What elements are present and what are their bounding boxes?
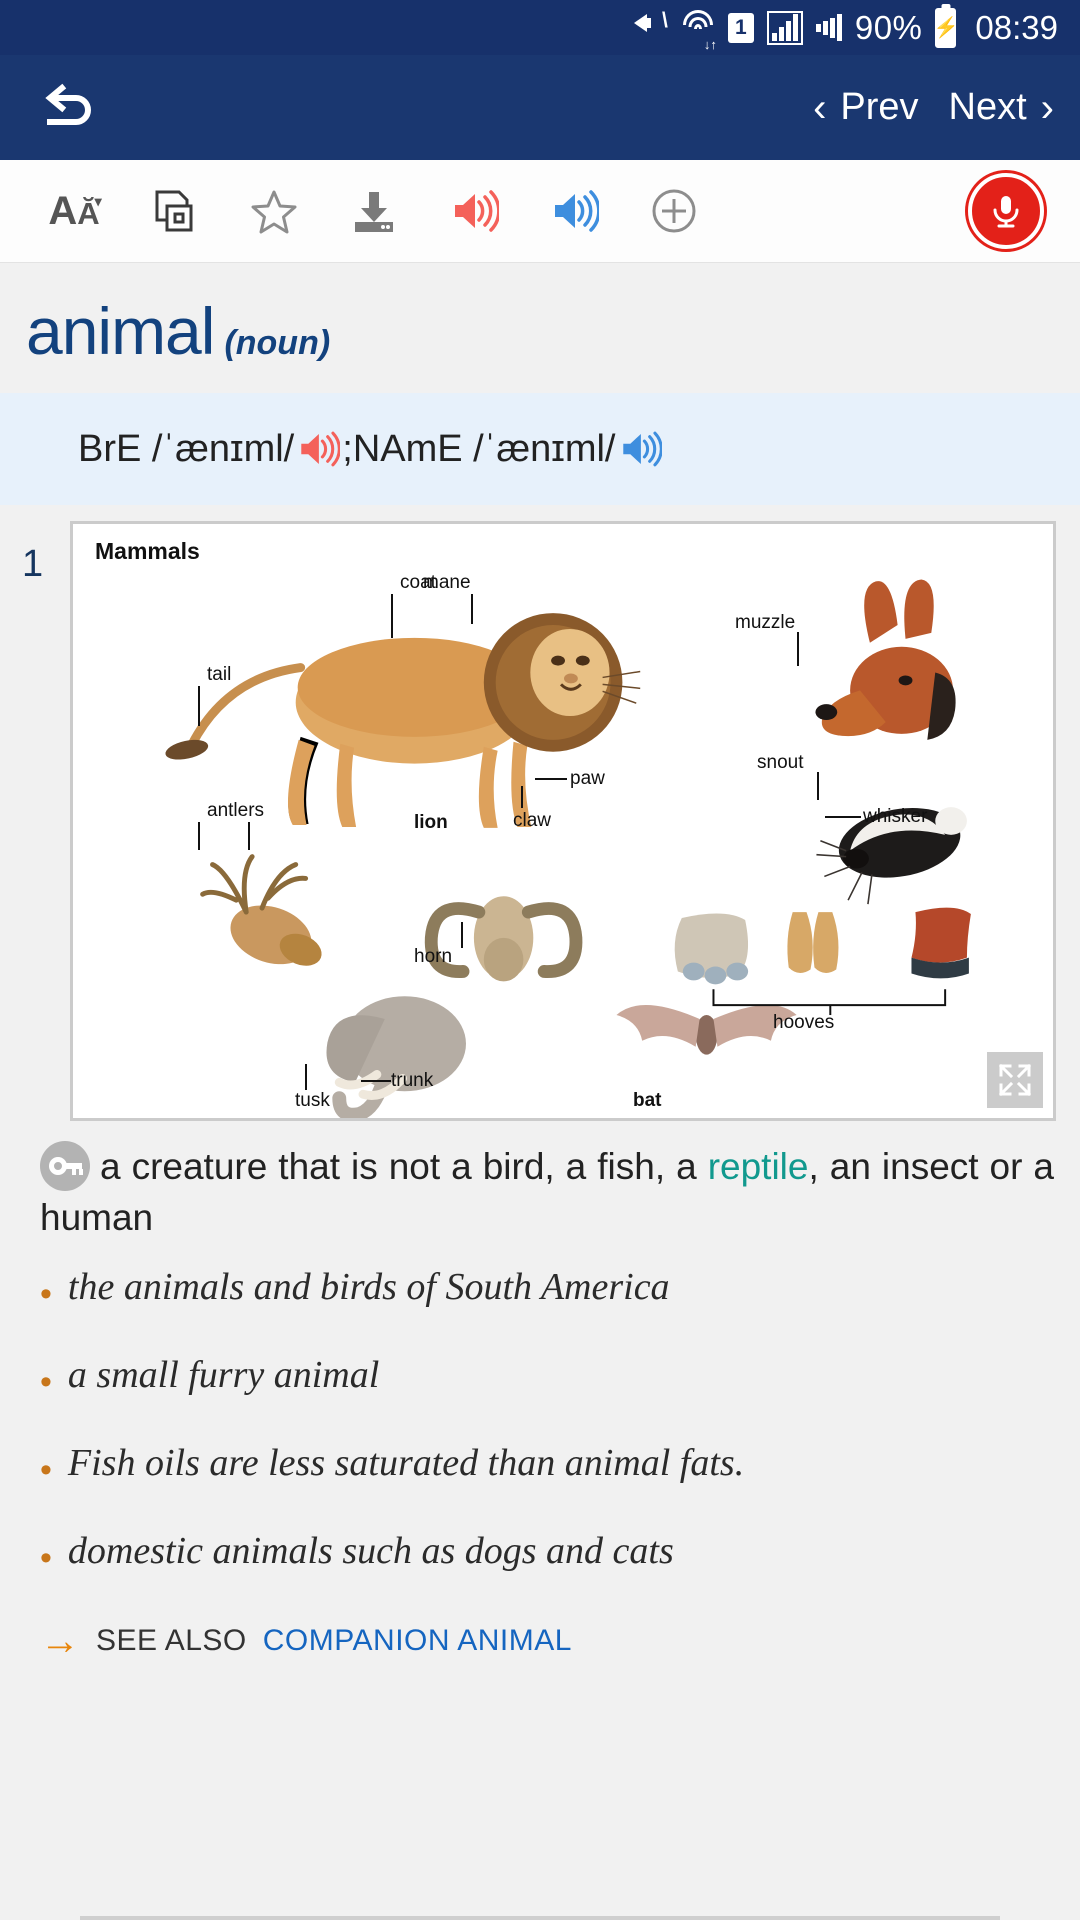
- list-item: • domestic animals such as dogs and cats: [40, 1529, 1054, 1575]
- illustration-label-trunk: trunk: [391, 1070, 434, 1091]
- pronunciation-panel: BrE /ˈænɪml/ ; NAmE /ˈænɪml/: [0, 393, 1080, 505]
- font-size-icon[interactable]: AĂ ▾: [24, 160, 124, 263]
- leader-tusk: [305, 1064, 307, 1090]
- illustration-label-antlers: antlers: [207, 800, 265, 821]
- bullet-icon: •: [40, 1363, 52, 1402]
- part-of-speech: (noun): [224, 324, 331, 362]
- illustration-label-claw: claw: [513, 810, 552, 831]
- sense-1-row: 1 Mammals coat mane tail antlers paw cla…: [0, 505, 1080, 1121]
- expand-fullscreen-icon[interactable]: [987, 1052, 1043, 1108]
- cross-reference-link[interactable]: reptile: [708, 1146, 809, 1187]
- wifi-icon: ↓↑: [681, 8, 717, 51]
- illustration-label-lion: lion: [414, 812, 448, 833]
- leader-muzzle: [797, 632, 799, 666]
- illustration-label-snout: snout: [757, 752, 804, 773]
- pron-separator: ;: [342, 427, 353, 470]
- status-bar: \ ↓↑ 1 90% ⚡ 08:39: [0, 0, 1080, 55]
- name-label: NAmE: [352, 427, 463, 470]
- clock: 08:39: [975, 8, 1058, 46]
- illustration-label-hooves: hooves: [773, 1012, 835, 1033]
- key-icon: [40, 1141, 90, 1191]
- navigation-bar: ‹ Prev Next ›: [0, 55, 1080, 160]
- prev-button[interactable]: ‹ Prev: [813, 86, 918, 129]
- illustration-label-tusk: tusk: [295, 1090, 330, 1111]
- definition-block: a creature that is not a bird, a fish, a…: [0, 1121, 1080, 1243]
- battery-percent: 90%: [854, 8, 923, 46]
- sim-1-icon: 1: [727, 8, 754, 48]
- illustration-label-paw: paw: [570, 768, 605, 789]
- example-text: domestic animals such as dogs and cats: [67, 1530, 674, 1573]
- chevron-left-icon: ‹: [813, 85, 827, 130]
- download-icon[interactable]: [324, 160, 424, 263]
- leader-whisker: [825, 816, 861, 818]
- bullet-icon: •: [40, 1451, 52, 1490]
- examples-list: • the animals and birds of South America…: [0, 1243, 1080, 1575]
- chevron-right-icon: ›: [1040, 85, 1054, 130]
- prev-label: Prev: [840, 86, 919, 128]
- see-also-row: → SEE ALSO COMPANION ANIMAL: [0, 1617, 1080, 1661]
- leader-antlers-2: [248, 822, 250, 850]
- leader-snout: [817, 772, 819, 800]
- example-text: the animals and birds of South America: [67, 1266, 670, 1309]
- microphone-icon[interactable]: [968, 173, 1044, 249]
- illustration-label-bat: bat: [633, 1090, 662, 1111]
- definition-text: a creature that is not a bird, a fish, a…: [40, 1141, 1054, 1243]
- leader-mane: [471, 594, 473, 624]
- leader-coat: [391, 594, 393, 638]
- bullet-icon: •: [40, 1275, 52, 1314]
- star-icon[interactable]: [224, 160, 324, 263]
- sense-number: 1: [22, 543, 44, 585]
- speaker-bre-inline-icon[interactable]: [296, 427, 341, 471]
- app-screen: \ ↓↑ 1 90% ⚡ 08:39 ‹ Prev Next › AĂ ▾ an…: [0, 0, 1080, 1920]
- list-item: • the animals and birds of South America: [40, 1265, 1054, 1311]
- example-text: a small furry animal: [67, 1354, 380, 1397]
- example-text: Fish oils are less saturated than animal…: [67, 1442, 745, 1485]
- arrow-right-icon: →: [40, 1619, 80, 1664]
- definition-pre: a creature that is not a bird, a fish, a: [100, 1146, 708, 1187]
- leader-paw: [535, 778, 567, 780]
- list-item: • a small furry animal: [40, 1353, 1054, 1399]
- back-arrow-icon[interactable]: [34, 72, 106, 144]
- bullet-icon: •: [40, 1539, 52, 1578]
- bre-label: BrE: [78, 427, 142, 470]
- illustration-label-mane: mane: [423, 572, 471, 593]
- bottom-divider: [80, 1916, 1000, 1920]
- next-button[interactable]: Next ›: [949, 86, 1054, 129]
- leader-trunk: [361, 1080, 391, 1082]
- battery-charging-icon: ⚡: [933, 7, 958, 48]
- illustration-panel[interactable]: Mammals coat mane tail antlers paw claw …: [70, 521, 1056, 1121]
- font-size-big-label: A: [48, 188, 78, 233]
- entry-toolbar: AĂ ▾: [0, 160, 1080, 263]
- copy-icon[interactable]: [124, 160, 224, 263]
- leader-antlers: [198, 822, 200, 850]
- speaker-bre-icon[interactable]: [424, 160, 524, 263]
- name-ipa: /ˈænɪml/: [473, 427, 616, 470]
- mute-icon: \: [633, 8, 668, 48]
- illustration-label-whisker: whisker: [863, 806, 928, 827]
- see-also-link[interactable]: COMPANION ANIMAL: [263, 1624, 572, 1658]
- leader-claw: [521, 786, 523, 808]
- headword-band: animal (noun): [0, 263, 1080, 393]
- next-label: Next: [948, 86, 1027, 128]
- see-also-label: SEE ALSO: [96, 1624, 247, 1658]
- speaker-name-inline-icon[interactable]: [618, 427, 662, 471]
- nav-buttons: ‹ Prev Next ›: [813, 86, 1054, 129]
- sim-label: 1: [727, 12, 754, 43]
- signal-bars-2-icon: [815, 8, 842, 48]
- leader-horn: [461, 922, 463, 948]
- plus-circle-icon[interactable]: [624, 160, 724, 263]
- signal-bars-icon: [766, 10, 803, 45]
- toolbar-items: AĂ ▾: [0, 160, 968, 263]
- illustration-label-horn: horn: [414, 946, 453, 967]
- list-item: • Fish oils are less saturated than anim…: [40, 1441, 1054, 1487]
- illustration-label-tail: tail: [207, 664, 232, 685]
- leader-tail: [198, 686, 200, 726]
- illustration-label-muzzle: muzzle: [735, 612, 796, 633]
- page-title: animal: [26, 294, 215, 368]
- speaker-name-icon[interactable]: [524, 160, 624, 263]
- bre-ipa: /ˈænɪml/: [151, 427, 295, 470]
